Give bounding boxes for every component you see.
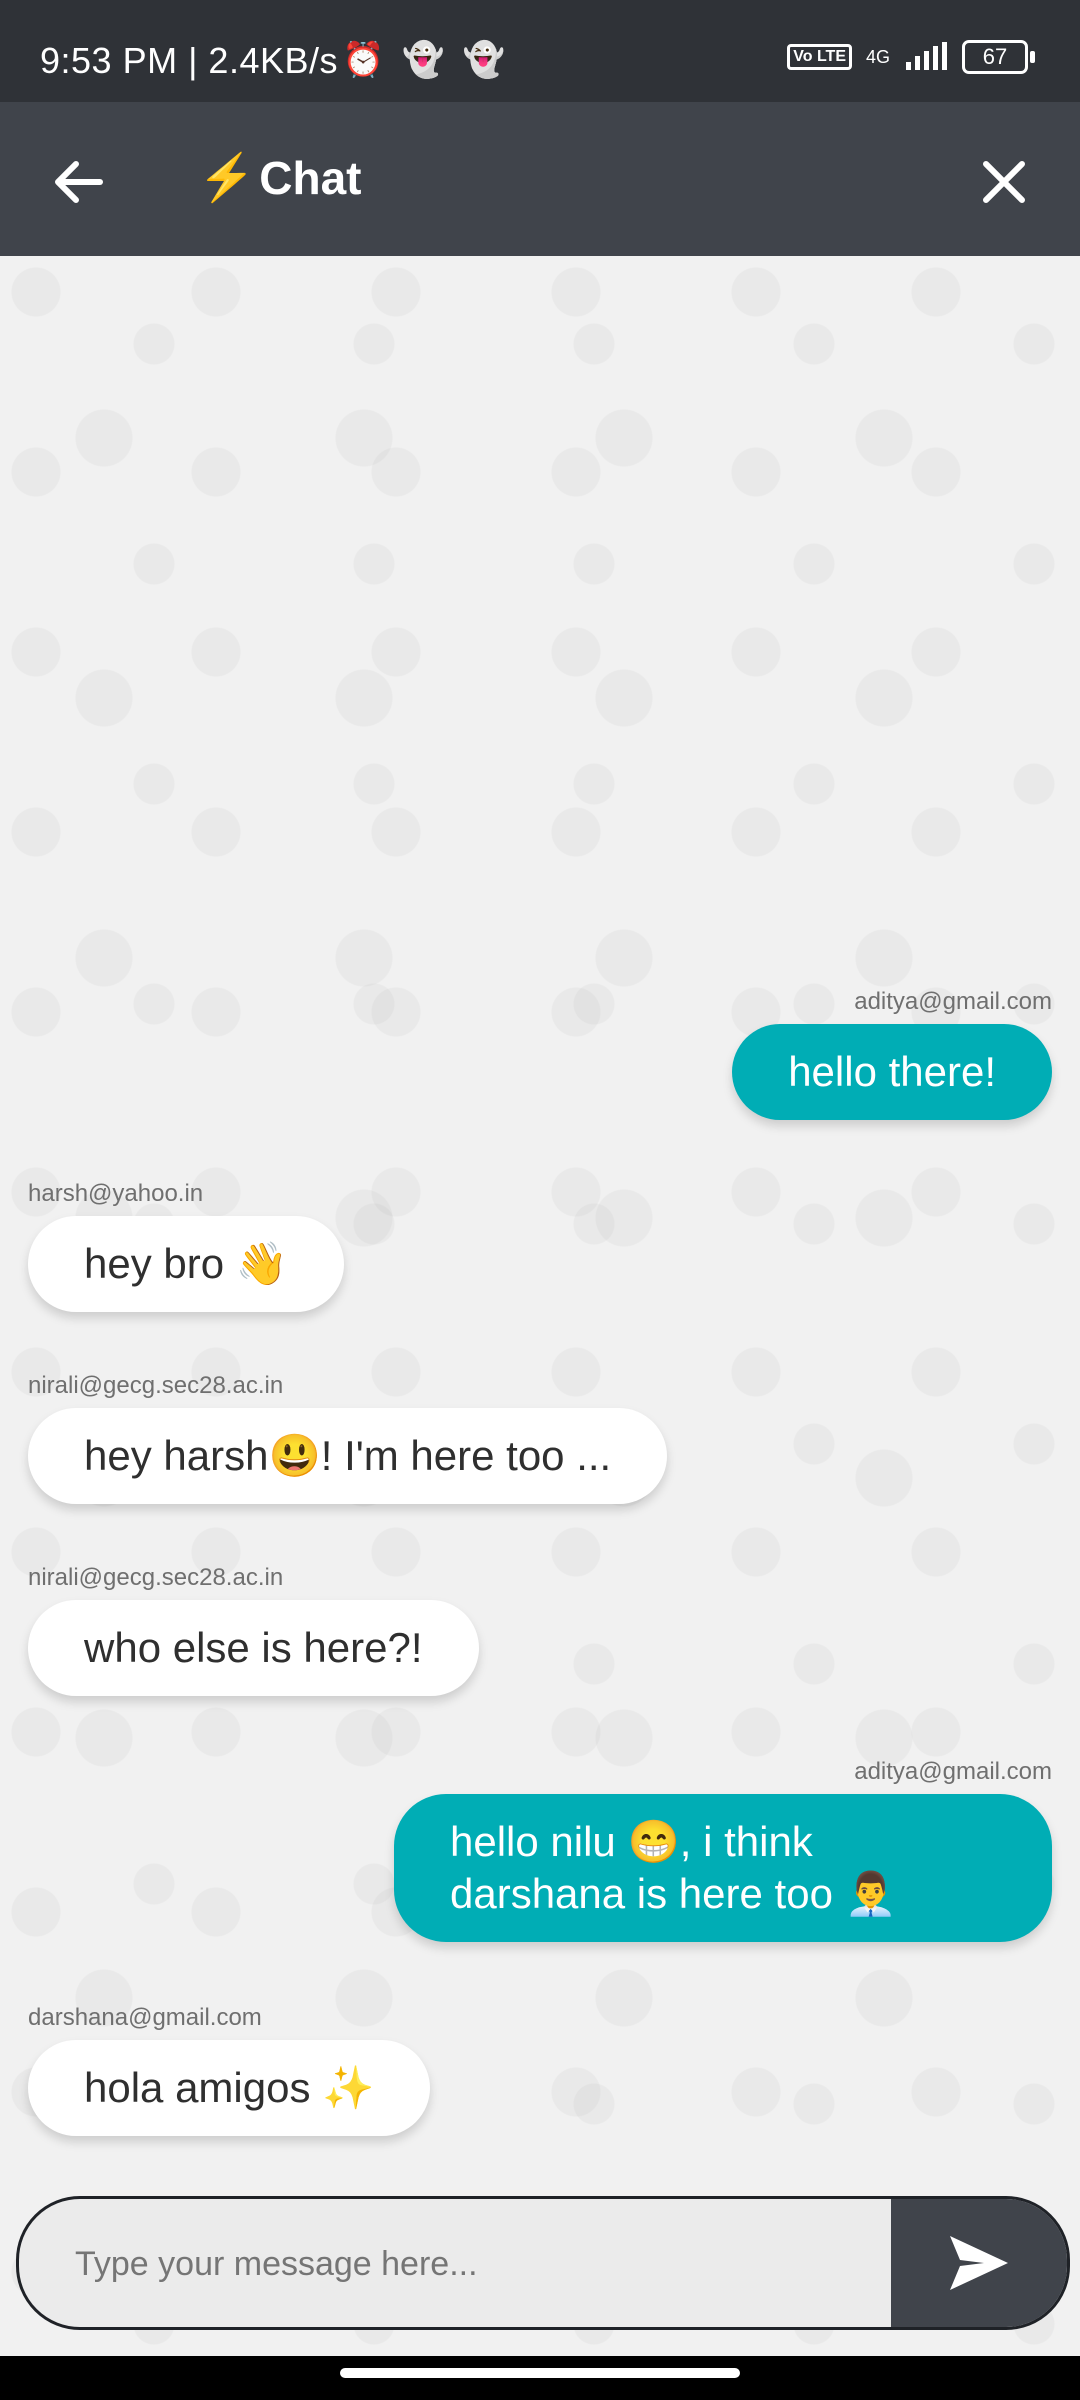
message-bubble[interactable]: who else is here?!: [28, 1600, 479, 1696]
message-incoming: harsh@yahoo.in hey bro 👋: [28, 1180, 345, 1312]
message-sender: harsh@yahoo.in: [28, 1180, 204, 1207]
battery-indicator: 67: [962, 40, 1035, 74]
message-sender: nirali@gecg.sec28.ac.in: [28, 1372, 284, 1399]
message-outgoing: aditya@gmail.com hello there!: [732, 988, 1052, 1120]
message-incoming: darshana@gmail.com hola amigos ✨: [28, 2004, 431, 2136]
close-icon: [983, 161, 1025, 203]
message-bubble[interactable]: hello there!: [732, 1024, 1052, 1120]
status-icons: ⏰ 👻 👻: [342, 40, 505, 80]
message-outgoing: aditya@gmail.com hello nilu 😁, i think d…: [394, 1758, 1052, 1942]
message-bubble[interactable]: hello nilu 😁, i think darshana is here t…: [394, 1794, 1052, 1942]
message-bubble[interactable]: hola amigos ✨: [28, 2040, 431, 2136]
message-sender: darshana@gmail.com: [28, 2004, 262, 2031]
send-button[interactable]: [891, 2199, 1067, 2327]
chat-title: ⚡ Chat: [198, 150, 362, 205]
message-sender: aditya@gmail.com: [854, 1758, 1052, 1785]
back-button[interactable]: [48, 152, 108, 212]
status-bar: 9:53 PM | 2.4KB/s ⏰ 👻 👻 Vo LTE 4G 67: [0, 0, 1080, 102]
message-incoming: nirali@gecg.sec28.ac.in hey harsh😃! I'm …: [28, 1372, 668, 1504]
volte-icon: Vo LTE: [787, 44, 852, 70]
message-sender: aditya@gmail.com: [854, 988, 1052, 1015]
signal-icon: [906, 42, 947, 70]
snapchat-icon: 👻: [402, 41, 445, 79]
send-icon: [950, 2236, 1008, 2290]
home-indicator[interactable]: [340, 2368, 740, 2378]
system-nav-bar: [0, 2356, 1080, 2400]
network-label: 4G: [865, 47, 890, 67]
arrow-left-icon: [55, 161, 103, 203]
page-title: Chat: [259, 151, 362, 204]
status-time: 9:53 PM | 2.4KB/s: [40, 40, 338, 81]
message-incoming: nirali@gecg.sec28.ac.in who else is here…: [28, 1564, 479, 1696]
message-input[interactable]: [73, 2199, 877, 2327]
message-bubble[interactable]: hey harsh😃! I'm here too ...: [28, 1408, 668, 1504]
message-sender: nirali@gecg.sec28.ac.in: [28, 1564, 284, 1591]
status-right: Vo LTE 4G 67: [787, 40, 1038, 74]
close-button[interactable]: [976, 154, 1032, 210]
snapchat-icon: 👻: [462, 41, 506, 79]
alarm-icon: ⏰: [342, 41, 385, 79]
app-bar: ⚡ Chat: [0, 102, 1080, 256]
message-composer: [16, 2196, 1070, 2330]
message-bubble[interactable]: hey bro 👋: [28, 1216, 345, 1312]
bolt-icon: ⚡: [198, 151, 256, 203]
